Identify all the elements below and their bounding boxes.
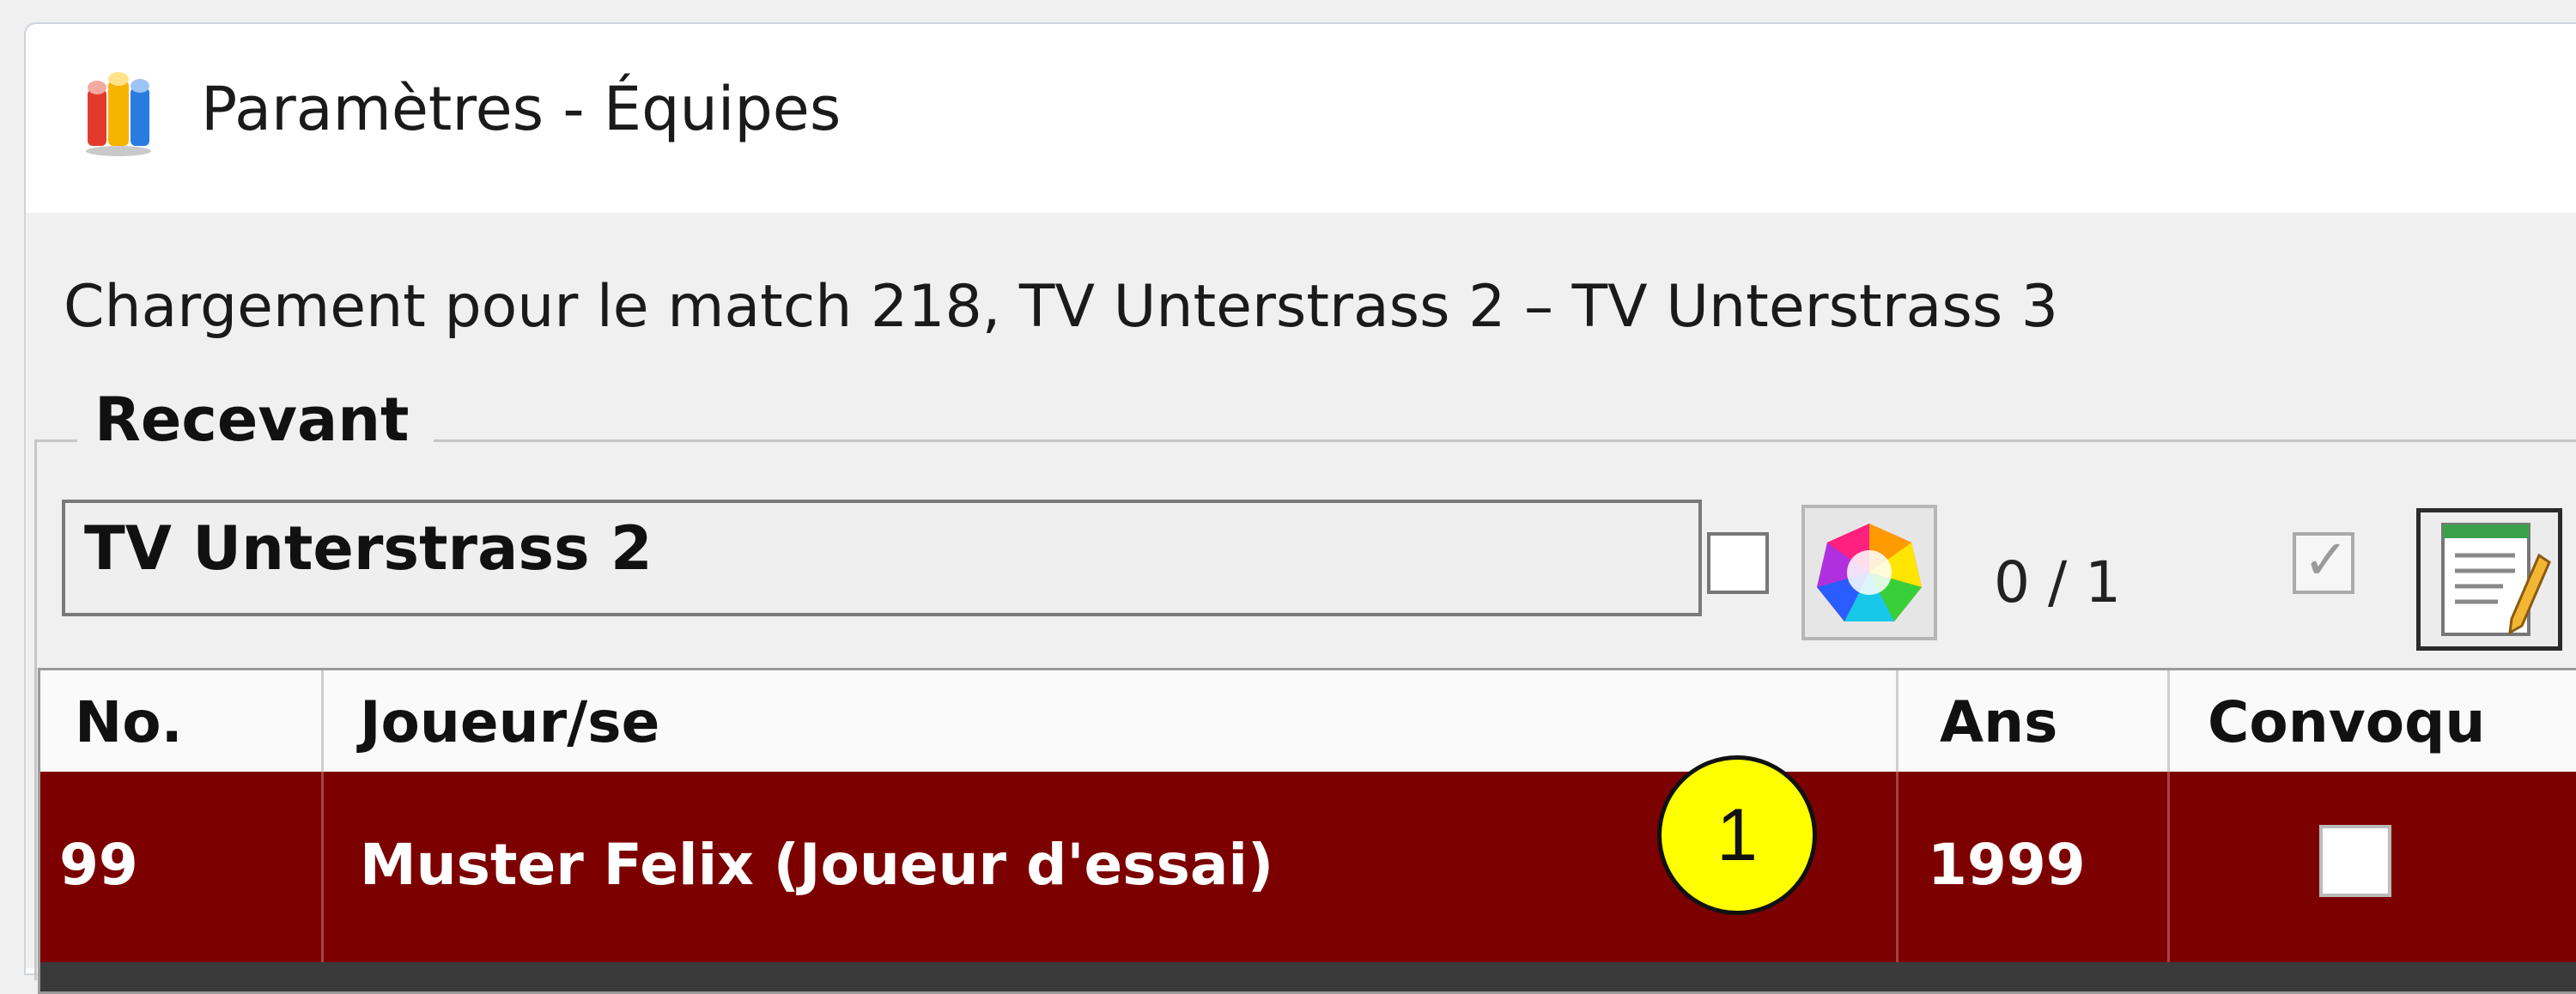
match-load-info: Chargement pour le match 218, TV Unterst… (64, 273, 2059, 341)
checkmark-icon: ✓ (2303, 529, 2349, 592)
convoked-counter: 0 / 1 (1994, 549, 2122, 615)
cell-number: 99 (40, 772, 324, 962)
edit-document-icon (2441, 523, 2551, 636)
convoque-checkbox[interactable] (2319, 825, 2391, 897)
cell-convoque (2170, 772, 2576, 962)
team-checkbox[interactable] (1707, 532, 1769, 594)
dialog-content: Chargement pour le match 218, TV Unterst… (26, 213, 2576, 994)
cell-player-name: Muster Felix (Joueur d'essai) (324, 772, 1899, 962)
edit-team-button[interactable] (2416, 508, 2562, 651)
column-header-year[interactable]: Ans (1899, 670, 2170, 772)
column-header-no[interactable]: No. (40, 670, 324, 772)
app-icon (86, 72, 151, 156)
confirm-checkbox[interactable]: ✓ (2293, 529, 2354, 594)
dialog-window: Paramètres - Équipes Chargement pour le … (24, 22, 2576, 994)
callout-marker: 1 (1657, 755, 1817, 915)
title-bar: Paramètres - Équipes (26, 24, 2576, 196)
table-empty-area (40, 962, 2576, 991)
team-name-field[interactable]: TV Unterstrass 2 (62, 500, 1702, 616)
column-header-convoque[interactable]: Convoqu (2170, 670, 2576, 772)
cell-year: 1999 (1899, 772, 2170, 962)
window-title: Paramètres - Équipes (201, 74, 841, 144)
column-header-player[interactable]: Joueur/se (324, 670, 1899, 772)
players-table: No. Joueur/se Ans Convoqu 99 Muster Feli… (38, 668, 2576, 994)
color-picker-button[interactable] (1801, 505, 1937, 640)
color-wheel-icon (1817, 524, 1922, 621)
group-label-recevant: Recevant (77, 385, 434, 455)
table-row[interactable]: 99 Muster Felix (Joueur d'essai) 1999 (40, 772, 2576, 962)
